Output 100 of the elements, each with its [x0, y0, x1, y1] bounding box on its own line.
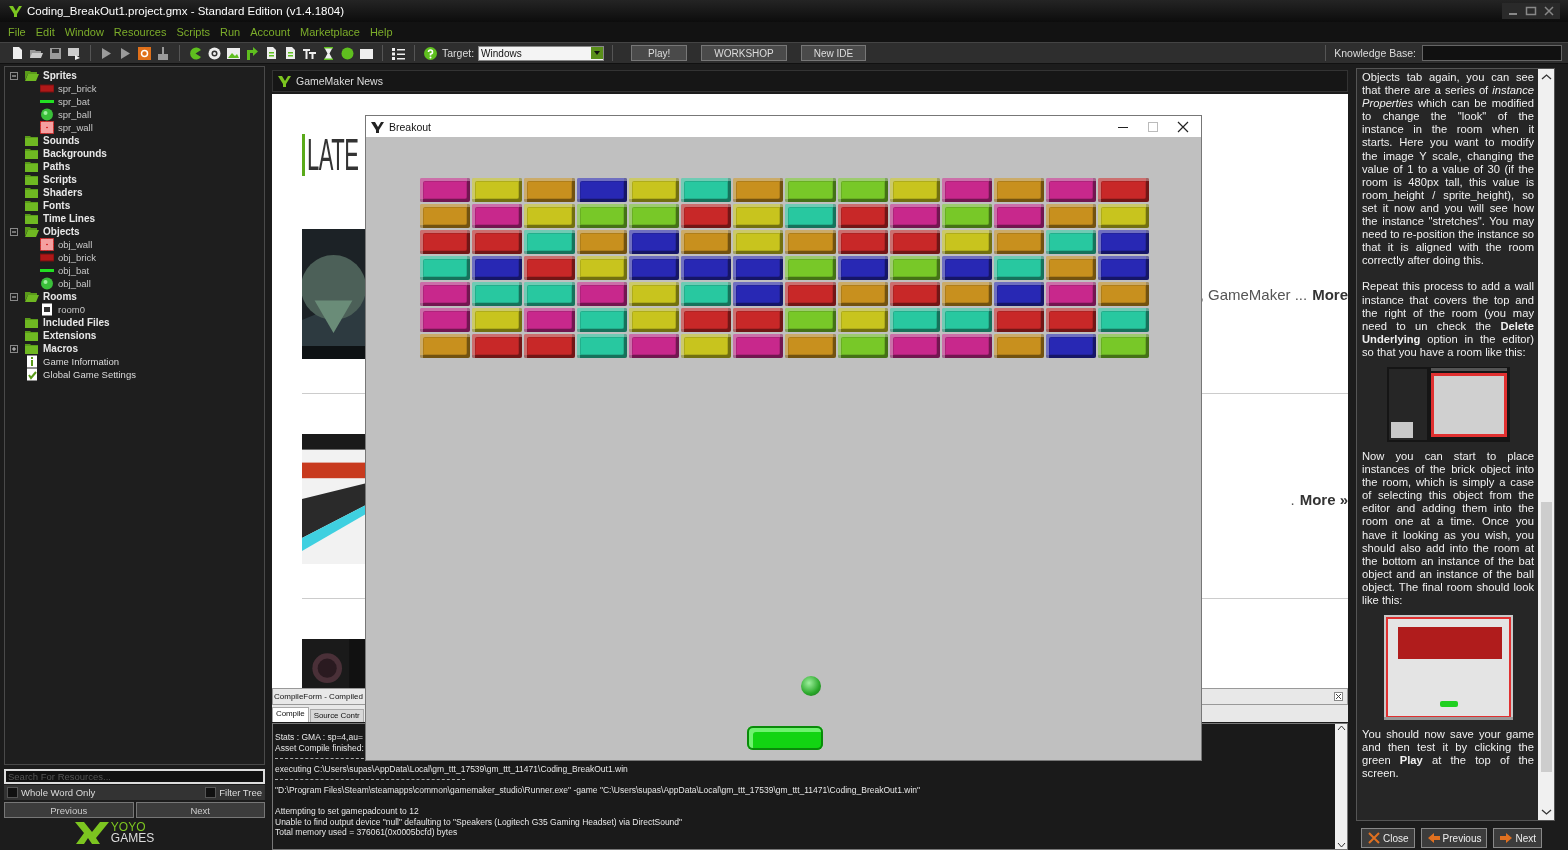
log-line: "D:\Program Files\Steam\steamapps\common\gamemaker_studio\Runner.exe" -game "C:\Users\supas\AppData\Local\gm_ttt_17539\gm_ttt_11471\Coding_BreakOut1.win" — [275, 784, 921, 796]
expand-toggle-icon[interactable] — [10, 292, 18, 301]
help-paragraph: Objects tab again, you can see that there are a series of instance Properties which can be modified to change the "look" of the instance in the room when it starts. Here you want to modify the image Y scale, changing the value of 1 to a value of 30 (if the room is 480px tall, this value is room_height / sprite_height), so set it now and you will see how the instance "stretches". You may need to re-position the instance so that it is aligned with the room correctly after doing this. — [1362, 71, 1534, 268]
search-field[interactable]: Search For Resources... — [4, 769, 265, 784]
list-icon[interactable] — [391, 45, 406, 61]
settings-document-icon — [25, 368, 39, 381]
menu-item[interactable]: Account — [250, 26, 290, 38]
image-icon[interactable] — [226, 45, 241, 61]
checkbox-label[interactable]: Filter Tree — [219, 787, 262, 798]
new-file-icon[interactable] — [10, 45, 25, 61]
logo-text: YOYO — [110, 822, 146, 833]
toolbar-button[interactable]: Play! — [631, 45, 688, 61]
tree-item[interactable]: Scripts — [5, 173, 264, 186]
tree-item[interactable]: Rooms — [5, 290, 264, 303]
ball — [801, 676, 821, 696]
news-heading: LATE — [307, 133, 359, 177]
checkbox[interactable] — [7, 787, 18, 798]
scroll-up-icon[interactable] — [1540, 73, 1552, 81]
tab-title[interactable]: GameMaker News — [296, 75, 383, 87]
tree-item[interactable]: Fonts — [5, 199, 264, 212]
tab[interactable]: Compile — [272, 707, 309, 722]
tree-item[interactable]: Sprites — [5, 69, 264, 82]
menu-item[interactable]: Run — [220, 26, 241, 38]
news-snippet: , GameMaker ... — [1199, 285, 1308, 303]
hourglass-icon[interactable] — [321, 45, 336, 61]
more-link[interactable]: More » — [1299, 490, 1348, 508]
checkbox-label[interactable]: Whole Word Only — [21, 787, 96, 798]
help-paragraph: You should now save your game and then test it by clicking the green Play at the top of the screen. — [1362, 728, 1534, 781]
nav-button[interactable]: Next — [1493, 828, 1543, 848]
nav-button[interactable]: Next — [135, 802, 265, 818]
tree-item[interactable]: Backgrounds — [5, 147, 264, 160]
expand-toggle-icon[interactable] — [10, 227, 18, 236]
scroll-up-icon[interactable] — [1336, 724, 1346, 732]
panel-title: CompileForm - Compiled — [274, 692, 363, 701]
tree-item[interactable]: Paths — [5, 160, 264, 173]
menu-item[interactable]: Help — [369, 26, 393, 38]
menu-item[interactable]: Marketplace — [299, 26, 360, 38]
tree-item[interactable]: Included Files — [5, 316, 264, 329]
maximize-icon[interactable] — [1523, 5, 1539, 17]
export-icon[interactable] — [67, 45, 82, 61]
tree-item[interactable]: obj_wall — [5, 238, 264, 251]
info-document-icon — [25, 355, 39, 368]
tree-item[interactable]: spr_wall — [5, 121, 264, 134]
tree-item[interactable]: Shaders — [5, 186, 264, 199]
document-icon[interactable] — [283, 45, 298, 61]
menu-item[interactable]: File — [8, 26, 26, 38]
tree-item[interactable]: obj_ball — [5, 277, 264, 290]
menu-item[interactable]: Window — [64, 26, 104, 38]
menu-item[interactable]: Resources — [113, 26, 167, 38]
nav-button[interactable]: Previous — [1420, 828, 1488, 848]
tree-item[interactable]: obj_brick — [5, 251, 264, 264]
tab[interactable]: Source Contr — [309, 709, 364, 722]
stop-icon[interactable] — [137, 45, 152, 61]
target-label: Target: — [442, 47, 475, 59]
tree-item[interactable]: Game Information — [5, 355, 264, 368]
tree-item[interactable]: room0 — [5, 303, 264, 316]
close-icon[interactable] — [1334, 692, 1343, 701]
tree-item[interactable]: obj_bat — [5, 264, 264, 277]
close-icon[interactable] — [1177, 120, 1189, 133]
scroll-thumb[interactable] — [1540, 502, 1552, 772]
knowledge-base-field[interactable] — [1422, 45, 1562, 61]
scroll-down-icon[interactable] — [1540, 808, 1552, 816]
scroll-down-icon[interactable] — [1336, 841, 1346, 849]
toolbar-button[interactable]: WORKSHOP — [701, 45, 787, 61]
play-icon[interactable] — [118, 45, 133, 61]
log-line: Total memory used = 376061(0x0005bcfd) bytes — [275, 827, 459, 838]
path-icon[interactable] — [245, 45, 260, 61]
toolbar-button[interactable]: New IDE — [800, 45, 867, 61]
room-icon — [40, 303, 54, 316]
tree-item[interactable]: Macros — [5, 342, 264, 355]
broom-icon[interactable] — [156, 45, 171, 61]
checkbox[interactable] — [205, 787, 217, 798]
nav-button[interactable]: Close — [1361, 828, 1415, 848]
disc-icon[interactable] — [207, 45, 222, 61]
save-icon[interactable] — [48, 45, 63, 61]
tree-item[interactable]: spr_ball — [5, 108, 264, 121]
log-line: Unable to find output device "null" defaulting to "Speakers (Logitech G35 Gaming Headset) via DirectSound" — [275, 816, 684, 828]
tree-item[interactable]: Objects — [5, 225, 264, 238]
help-paragraph: Now you can start to place instances of the brick object into the room, which is simply a case of selecting this object from the editor and adding them into the room one at a time. Once you have it looking as you wish, you should also add into the room at the bottom an instance of the bat object and an instance of the ball object. The final room should look like this: — [1362, 449, 1534, 608]
play-icon[interactable] — [99, 45, 114, 61]
help-icon[interactable] — [423, 45, 438, 61]
expand-toggle-icon[interactable] — [10, 71, 18, 80]
tree-item[interactable]: Global Game Settings — [5, 368, 264, 381]
log-line: Stats : GMA : sp=4,au= — [275, 732, 364, 743]
wall-sprite-icon — [40, 238, 54, 251]
document-icon[interactable] — [264, 45, 279, 61]
tree-item[interactable]: spr_brick — [5, 82, 264, 95]
target-dropdown[interactable]: Windows — [478, 45, 605, 61]
menu-item[interactable]: Edit — [35, 26, 55, 38]
nav-button[interactable]: Previous — [4, 802, 134, 818]
menu-item[interactable]: Scripts — [176, 26, 211, 38]
tree-item[interactable]: spr_bat — [5, 95, 264, 108]
help-paragraph: Repeat this process to add a wall instance that covers the top and the right of the room (you may need to un check the Delete Underlying option in the editor) so that you have a room like this: — [1362, 280, 1534, 359]
ball-icon[interactable] — [340, 45, 355, 61]
tree-item[interactable]: Extensions — [5, 329, 264, 342]
tree-item[interactable]: Sounds — [5, 134, 264, 147]
tree-item[interactable]: Time Lines — [5, 212, 264, 225]
expand-toggle-icon[interactable] — [10, 344, 18, 353]
pacman-icon[interactable] — [188, 45, 203, 61]
more-link[interactable]: More — [1312, 285, 1348, 303]
